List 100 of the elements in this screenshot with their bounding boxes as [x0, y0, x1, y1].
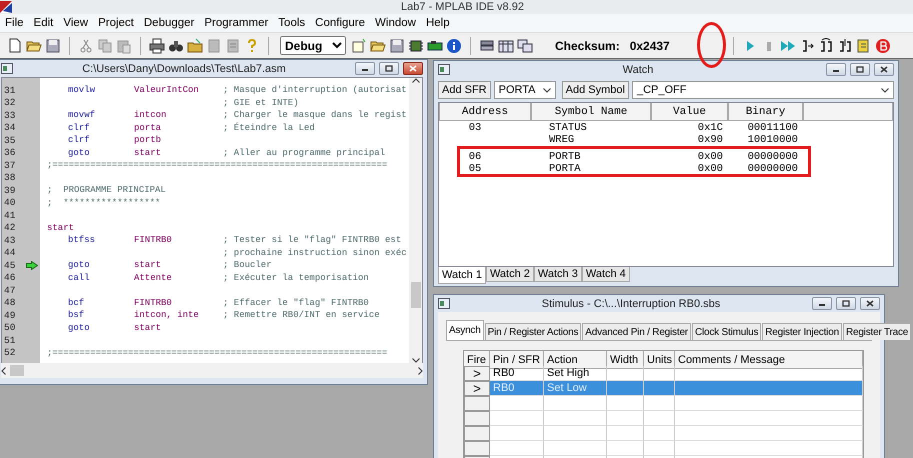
table-cell-text: 0x90 — [696, 134, 724, 146]
menu-item[interactable]: Programmer — [199, 15, 274, 31]
code-comment: ; Charger le masque dans le regist — [223, 110, 407, 120]
column-header[interactable]: Binary — [728, 103, 803, 121]
operand: FINTRB0 — [134, 298, 173, 308]
tab[interactable]: Clock Stimulus — [692, 323, 762, 340]
table-row[interactable]: > RB0 Set Low — [464, 381, 863, 396]
new-item-icon[interactable] — [351, 38, 367, 54]
scrollbar-thumb[interactable] — [10, 365, 24, 376]
stack-icon[interactable] — [479, 38, 495, 54]
table-cell-text: 00000000 — [746, 151, 799, 163]
tab[interactable]: Asynch — [446, 320, 484, 340]
save-icon[interactable] — [389, 38, 405, 54]
new-file-icon[interactable] — [7, 38, 23, 54]
cut-icon[interactable] — [78, 38, 94, 54]
symbol-select[interactable]: _CP_OFF — [632, 81, 894, 99]
operand: intcon, inte — [134, 310, 200, 320]
maximize-icon — [856, 66, 864, 73]
table-cell-text: 06 — [468, 151, 482, 163]
table-cell-text: PORTA — [548, 163, 582, 175]
vertical-scrollbar[interactable] — [409, 78, 422, 363]
menu-item[interactable]: Configure — [310, 15, 370, 31]
tab[interactable]: Pin / Register Actions — [484, 323, 582, 340]
maximize-button[interactable] — [836, 297, 856, 310]
line-number: 39 — [3, 184, 16, 196]
line-number: 46 — [3, 272, 16, 284]
configuration-select[interactable]: Debug — [280, 36, 346, 55]
table-cell-text: 0x00 — [696, 163, 724, 175]
close-button[interactable] — [403, 62, 423, 75]
menu-item[interactable]: File — [0, 15, 29, 31]
minimize-button[interactable] — [826, 63, 846, 76]
instruction: goto — [68, 322, 91, 333]
window-title: Stimulus - C:\...\Interruption RB0.sbs — [540, 298, 722, 310]
fire-button[interactable]: > — [464, 366, 490, 381]
menu-item[interactable]: Tools — [273, 15, 310, 31]
checksum-label: Checksum: — [555, 38, 620, 52]
operand: intcon — [134, 110, 168, 120]
scrollbar-thumb[interactable] — [410, 282, 420, 308]
grid-icon[interactable] — [498, 38, 514, 54]
table-cell — [490, 441, 544, 456]
table-cell — [607, 411, 644, 426]
checksum-value: 0x2437 — [630, 38, 670, 52]
table-cell — [490, 396, 544, 411]
line-number: 34 — [3, 122, 16, 134]
tab[interactable]: Watch 4 — [582, 267, 630, 282]
menu-item[interactable]: Edit — [28, 15, 58, 31]
horizontal-scrollbar[interactable] — [1, 363, 423, 378]
line-number: 47 — [3, 284, 16, 296]
app-title: Lab7 - MPLAB IDE v8.92 — [400, 1, 525, 13]
column-header[interactable]: Address — [439, 103, 531, 121]
tab[interactable]: Watch 2 — [486, 267, 534, 282]
close-button[interactable] — [874, 63, 894, 76]
table-cell — [607, 381, 644, 396]
instruction: goto — [68, 148, 91, 158]
menu-item[interactable]: View — [58, 15, 94, 31]
table-cell-text: 03 — [468, 122, 482, 134]
breakpoint-icon[interactable] — [874, 38, 891, 54]
add-sfr-button[interactable]: Add SFR — [438, 81, 491, 99]
chip-icon[interactable] — [408, 38, 424, 54]
column-header: Units — [644, 351, 675, 369]
sfr-select[interactable]: PORTA — [494, 81, 556, 99]
window-icon — [438, 64, 450, 75]
column-header: Action — [544, 351, 607, 369]
scroll-down-icon — [412, 358, 420, 363]
tab[interactable]: Register Trace — [842, 323, 912, 340]
line-number: 41 — [3, 210, 16, 221]
table-cell — [644, 441, 675, 456]
tab[interactable]: Watch 3 — [534, 267, 582, 282]
tab[interactable]: Watch 1 — [438, 267, 486, 284]
menu-item[interactable]: Help — [420, 15, 455, 31]
table-cell — [644, 396, 675, 411]
code-comment: ; PROGRAMME PRINCIPAL — [47, 185, 166, 196]
tab[interactable]: Advanced Pin / Register — [582, 323, 691, 340]
printer-icon[interactable] — [149, 38, 165, 54]
add-symbol-button[interactable]: Add Symbol — [562, 81, 629, 99]
window-icon — [438, 298, 450, 309]
close-button[interactable] — [860, 297, 880, 310]
instruction: goto — [68, 260, 91, 270]
menu-item[interactable]: Debugger — [138, 15, 200, 31]
minimize-button[interactable] — [355, 62, 375, 75]
line-number: 48 — [3, 297, 16, 308]
column-header[interactable]: Value — [651, 103, 728, 121]
code-comment: ; Éteindre la Led — [223, 122, 315, 133]
table-cell-text: STATUS — [548, 122, 588, 134]
operand: ValeurIntCon — [134, 85, 200, 96]
save-icon[interactable] — [45, 38, 61, 54]
tab[interactable]: Register Injection — [762, 323, 842, 340]
windows-icon[interactable] — [517, 38, 533, 54]
line-number: 38 — [3, 172, 16, 184]
minimize-button[interactable] — [812, 297, 832, 310]
folder-icon[interactable] — [187, 38, 203, 54]
menu-item[interactable]: Window — [370, 15, 421, 31]
maximize-button[interactable] — [379, 62, 399, 75]
menu-item[interactable]: Project — [93, 15, 139, 31]
fire-button[interactable]: > — [464, 381, 490, 396]
maximize-button[interactable] — [850, 63, 870, 76]
code-comment: ; GIE et INTE) — [223, 98, 299, 108]
page-icon[interactable] — [225, 38, 241, 54]
info-icon[interactable] — [446, 38, 462, 54]
column-header[interactable]: Symbol Name — [531, 103, 651, 121]
